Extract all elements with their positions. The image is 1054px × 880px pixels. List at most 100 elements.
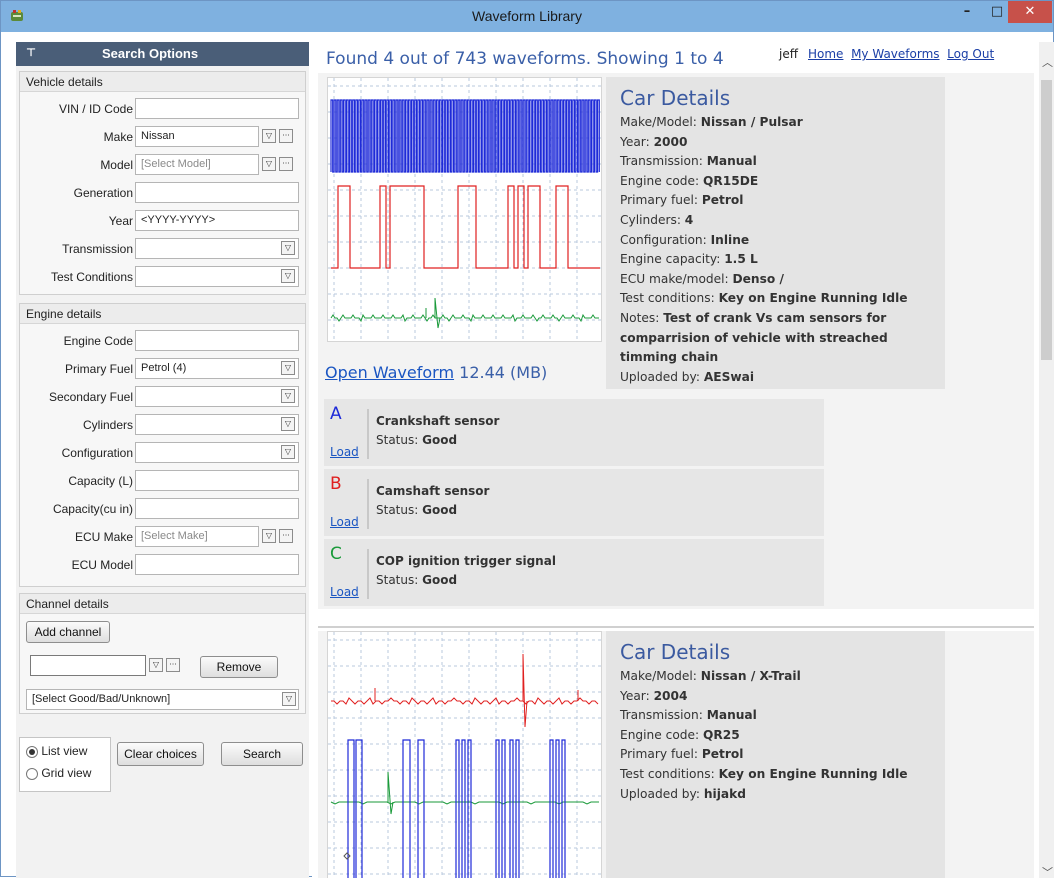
channel-details-title: Channel details — [20, 594, 305, 614]
quality-dropdown-icon[interactable]: ▽ — [282, 692, 296, 706]
channel-letter: A — [330, 404, 342, 424]
load-link[interactable]: Load — [330, 445, 359, 459]
cylinders-label: Cylinders — [82, 418, 133, 432]
waveform-thumbnail[interactable] — [327, 77, 602, 342]
scroll-down-icon[interactable]: ﹀ — [1042, 864, 1053, 880]
channel-select[interactable] — [30, 655, 146, 676]
open-waveform-link[interactable]: Open Waveform — [325, 363, 454, 382]
vin-input[interactable] — [135, 98, 299, 119]
test-conditions-select[interactable] — [135, 266, 299, 287]
pin-icon[interactable]: ⊤ — [26, 46, 36, 59]
cylinders-select[interactable] — [135, 414, 299, 435]
transmission-dropdown-icon[interactable]: ▽ — [281, 241, 295, 255]
detail-ecu: ECU make/model: Denso / — [620, 271, 784, 286]
ecu-model-input[interactable] — [135, 554, 299, 575]
detail-make-model: Make/Model: Nissan / Pulsar — [620, 115, 803, 129]
generation-label: Generation — [73, 186, 133, 200]
test-conditions-label: Test Conditions — [50, 270, 133, 284]
vin-row: VIN / ID Code — [20, 98, 305, 120]
detail-primary-fuel: Primary fuel: Petrol — [620, 193, 744, 208]
list-view-radio[interactable] — [26, 745, 38, 758]
year-input[interactable]: <YYYY-YYYY> — [135, 210, 299, 231]
vertical-scrollbar[interactable]: ︿ ﹀ — [1039, 42, 1054, 880]
test-conditions-row: Test Conditions ▽ — [20, 266, 305, 288]
test-conditions-dropdown-icon[interactable]: ▽ — [281, 269, 295, 283]
ecu-model-row: ECU Model — [20, 554, 305, 576]
transmission-select[interactable] — [135, 238, 299, 259]
vin-label: VIN / ID Code — [58, 102, 133, 116]
make-row: Make Nissan ▽ ··· — [20, 126, 305, 148]
log-out-link[interactable]: Log Out — [947, 47, 994, 61]
grid-view-radio[interactable] — [26, 767, 38, 780]
results-summary: Found 4 out of 743 waveforms. Showing 1 … — [326, 49, 724, 69]
scroll-up-icon[interactable]: ︿ — [1042, 54, 1053, 70]
channel-status: Status: Good — [376, 433, 458, 447]
cylinders-dropdown-icon[interactable]: ▽ — [281, 417, 295, 431]
load-link[interactable]: Load — [330, 515, 359, 529]
detail-engine-code: Engine code: QR25 — [620, 727, 740, 742]
model-select[interactable]: [Select Model] — [135, 154, 259, 175]
home-link[interactable]: Home — [808, 47, 843, 61]
ecu-make-label: ECU Make — [74, 530, 133, 544]
detail-primary-fuel: Primary fuel: Petrol — [620, 747, 744, 762]
configuration-select[interactable] — [135, 442, 299, 463]
detail-configuration: Configuration: Inline — [620, 232, 750, 247]
result-card: Car Details Make/Model: Nissan / Pulsar … — [318, 73, 1034, 609]
generation-input[interactable] — [135, 182, 299, 203]
engine-code-input[interactable] — [135, 330, 299, 351]
ecu-make-more-icon[interactable]: ··· — [279, 529, 293, 543]
make-dropdown-icon[interactable]: ▽ — [262, 129, 276, 143]
capacity-cuin-input[interactable] — [135, 498, 299, 519]
engine-details-title: Engine details — [20, 304, 305, 324]
model-dropdown-icon[interactable]: ▽ — [262, 157, 276, 171]
configuration-row: Configuration ▽ — [20, 442, 305, 464]
list-view-option[interactable]: List view — [26, 744, 87, 758]
my-waveforms-link[interactable]: My Waveforms — [851, 47, 939, 61]
separator — [367, 549, 369, 599]
capacity-l-row: Capacity (L) — [20, 470, 305, 492]
add-channel-button[interactable]: Add channel — [26, 621, 110, 643]
primary-fuel-row: Primary Fuel Petrol (4) ▽ — [20, 358, 305, 380]
configuration-dropdown-icon[interactable]: ▽ — [281, 445, 295, 459]
vehicle-details-group: Vehicle details VIN / ID Code Make Nissa… — [19, 71, 306, 295]
car-details-heading: Car Details — [620, 640, 731, 664]
make-more-icon[interactable]: ··· — [279, 129, 293, 143]
ecu-make-row: ECU Make [Select Make] ▽ ··· — [20, 526, 305, 548]
detail-uploaded-by: Uploaded by: hijakd — [620, 786, 746, 801]
detail-year: Year: 2000 — [620, 134, 688, 149]
make-select[interactable]: Nissan — [135, 126, 259, 147]
scrollbar-thumb[interactable] — [1041, 80, 1052, 360]
secondary-fuel-dropdown-icon[interactable]: ▽ — [281, 389, 295, 403]
ecu-make-dropdown-icon[interactable]: ▽ — [262, 529, 276, 543]
channel-dropdown-icon[interactable]: ▽ — [149, 658, 163, 672]
primary-fuel-select[interactable]: Petrol (4) — [135, 358, 299, 379]
channel-name: Camshaft sensor — [376, 484, 490, 498]
detail-uploaded-by: Uploaded by: AESwai — [620, 369, 755, 384]
ecu-make-select[interactable]: [Select Make] — [135, 526, 259, 547]
minimize-button[interactable]: – — [952, 1, 982, 23]
grid-view-label: Grid view — [41, 766, 92, 780]
load-link[interactable]: Load — [330, 585, 359, 599]
quality-select[interactable]: [Select Good/Bad/Unknown] — [26, 689, 299, 710]
clear-choices-button[interactable]: Clear choices — [117, 742, 204, 766]
separator — [367, 479, 369, 529]
close-button[interactable]: ✕ — [1008, 1, 1052, 23]
grid-view-option[interactable]: Grid view — [26, 766, 91, 780]
search-options-panel: ⊤ Search Options Vehicle details VIN / I… — [16, 42, 309, 878]
open-waveform: Open Waveform 12.44 (MB) — [325, 363, 547, 382]
detail-transmission: Transmission: Manual — [620, 154, 757, 169]
waveform-thumbnail[interactable] — [327, 631, 602, 878]
capacity-l-input[interactable] — [135, 470, 299, 491]
secondary-fuel-select[interactable] — [135, 386, 299, 407]
result-card: Car Details Make/Model: Nissan / X-Trail… — [318, 631, 1034, 878]
search-button[interactable]: Search — [221, 742, 303, 766]
capacity-cuin-label: Capacity(cu in) — [52, 502, 133, 516]
generation-row: Generation — [20, 182, 305, 204]
primary-fuel-dropdown-icon[interactable]: ▽ — [281, 361, 295, 375]
remove-button[interactable]: Remove — [200, 656, 278, 678]
channel-more-icon[interactable]: ··· — [166, 658, 180, 672]
user-name: jeff — [779, 47, 798, 61]
model-more-icon[interactable]: ··· — [279, 157, 293, 171]
channel-letter: C — [330, 544, 342, 564]
car-details-heading: Car Details — [620, 86, 731, 110]
